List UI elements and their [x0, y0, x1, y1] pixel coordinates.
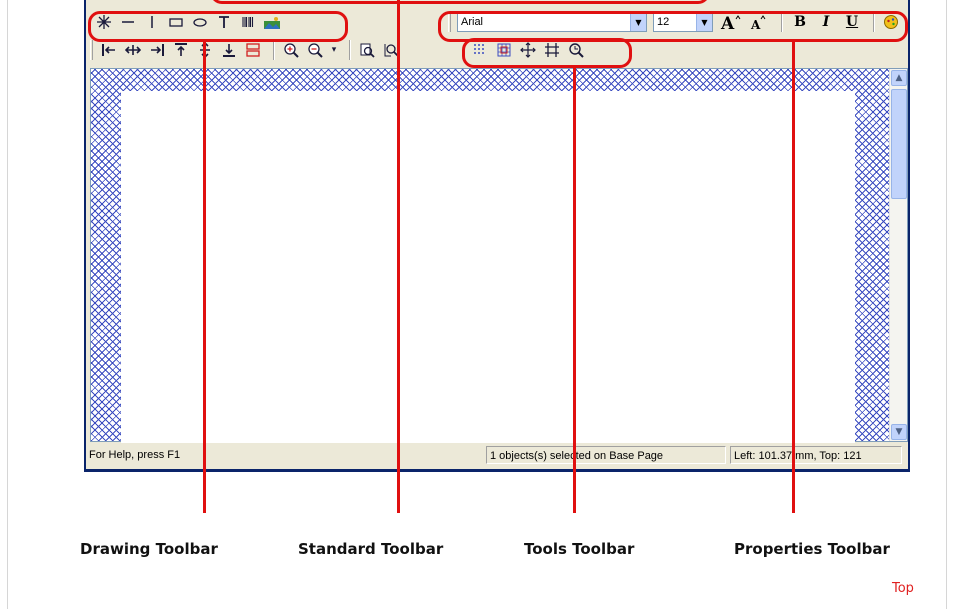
center-horizontal-icon[interactable]: [123, 40, 143, 60]
tools-toolbar: [470, 38, 590, 62]
properties-toolbar: Arial ▼ 12 ▼ A A B I U: [448, 10, 905, 34]
page-border-right: [946, 0, 947, 609]
status-bar: For Help, press F1 1 objects(s) selected…: [86, 443, 908, 467]
toolbar-separator: [781, 12, 783, 32]
toolbar-row-1: Arial ▼ 12 ▼ A A B I U: [86, 8, 908, 36]
underline-button[interactable]: U: [841, 14, 863, 30]
zoom-out-icon[interactable]: [305, 40, 325, 60]
standard-toolbar-label: Standard Toolbar: [298, 540, 444, 558]
rectangle-icon[interactable]: [166, 12, 186, 32]
align-left-icon[interactable]: [99, 40, 119, 60]
chevron-down-icon[interactable]: ▼: [630, 13, 646, 31]
status-help: For Help, press F1: [89, 449, 181, 461]
scroll-up-icon[interactable]: ▲: [891, 70, 907, 86]
magnify-icon[interactable]: [566, 40, 586, 60]
window-top-band: [86, 0, 908, 8]
tools-callout-line: [573, 66, 576, 513]
svg-text:A: A: [720, 14, 735, 31]
zoom-page-icon[interactable]: [357, 40, 377, 60]
text-icon[interactable]: [214, 12, 234, 32]
horizontal-line-icon[interactable]: [118, 12, 138, 32]
vertical-scrollbar[interactable]: ▲ ▼: [889, 69, 907, 441]
zoom-in-icon[interactable]: [281, 40, 301, 60]
svg-text:A: A: [750, 18, 761, 31]
toolbar-separator: [273, 40, 275, 60]
design-canvas[interactable]: ▲ ▼: [90, 68, 908, 443]
barcode-icon[interactable]: [238, 12, 258, 32]
properties-toolbar-label: Properties Toolbar: [734, 540, 890, 558]
standard-toolbar: ▾: [90, 38, 405, 62]
align-bottom-icon[interactable]: [219, 40, 239, 60]
status-selection: 1 objects(s) selected on Base Page: [486, 446, 726, 464]
grow-font-icon[interactable]: A: [719, 12, 743, 32]
chevron-down-icon[interactable]: ▼: [696, 13, 712, 31]
tools-toolbar-label: Tools Toolbar: [524, 540, 635, 558]
move-icon[interactable]: [518, 40, 538, 60]
drawing-toolbar: [94, 10, 286, 34]
vertical-line-icon[interactable]: [142, 12, 162, 32]
crosshair-icon[interactable]: [94, 12, 114, 32]
status-position: Left: 101.37 mm, Top: 121: [730, 446, 902, 464]
italic-button[interactable]: I: [815, 14, 837, 30]
font-name-value: Arial: [461, 16, 484, 28]
font-size-select[interactable]: 12 ▼: [653, 12, 713, 32]
drawing-callout-line: [203, 40, 206, 513]
resize-icon[interactable]: [542, 40, 562, 60]
toolbar-grip[interactable]: [90, 40, 93, 60]
shrink-font-icon[interactable]: A: [747, 12, 771, 32]
align-top-icon[interactable]: [171, 40, 191, 60]
align-right-icon[interactable]: [147, 40, 167, 60]
toolbar-separator: [873, 12, 875, 32]
toolbar-row-2: ▾: [86, 36, 908, 64]
color-icon[interactable]: [881, 12, 901, 32]
drawing-toolbar-label: Drawing Toolbar: [80, 540, 218, 558]
snap-grid-icon[interactable]: [494, 40, 514, 60]
font-name-select[interactable]: Arial ▼: [457, 12, 647, 32]
layers-icon[interactable]: [243, 40, 263, 60]
grid-icon[interactable]: [470, 40, 490, 60]
top-link[interactable]: Top: [892, 581, 914, 596]
image-icon[interactable]: [262, 12, 282, 32]
app-window: Arial ▼ 12 ▼ A A B I U ▾ ▲ ▼ For Help, p…: [84, 0, 910, 472]
ellipse-icon[interactable]: [190, 12, 210, 32]
report-page[interactable]: [121, 91, 855, 443]
page-margin-area: [91, 69, 891, 443]
font-size-value: 12: [657, 16, 670, 28]
zoom-dropdown-icon[interactable]: ▾: [329, 40, 339, 60]
standard-callout-line: [397, 0, 400, 513]
toolbar-grip[interactable]: [448, 12, 451, 32]
scrollbar-thumb[interactable]: [891, 89, 907, 199]
scroll-down-icon[interactable]: ▼: [891, 424, 907, 440]
page-border-left: [7, 0, 8, 609]
bold-button[interactable]: B: [789, 14, 811, 30]
properties-callout-line: [792, 40, 795, 513]
toolbar-separator: [349, 40, 351, 60]
